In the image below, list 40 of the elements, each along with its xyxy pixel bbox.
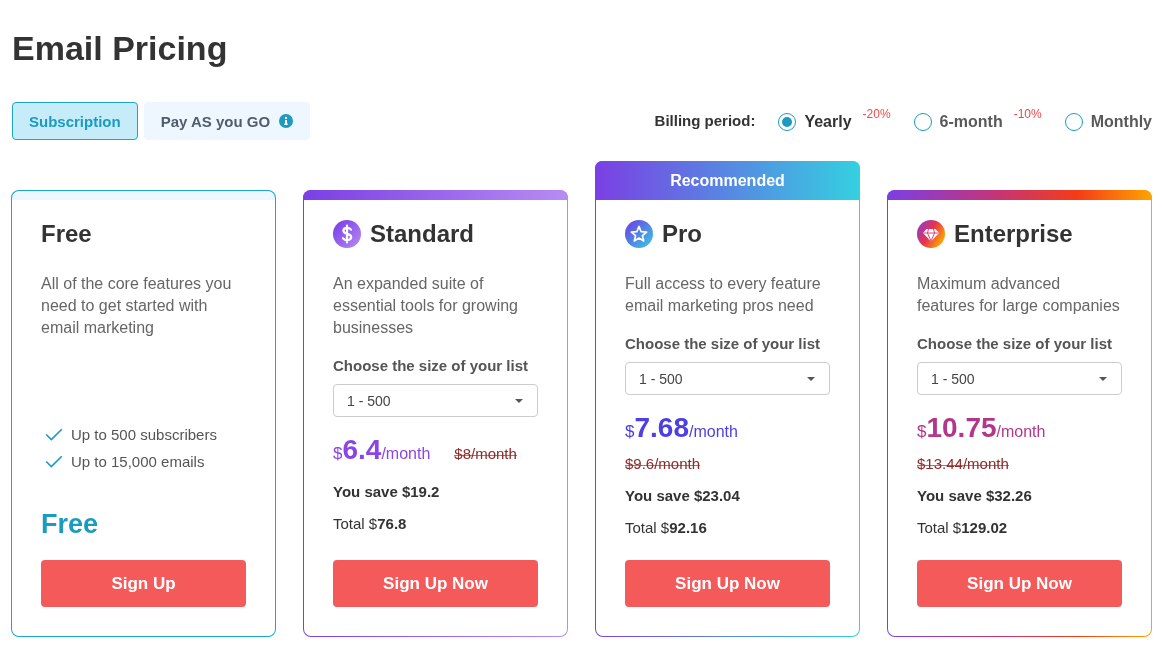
feature-text: Up to 15,000 emails bbox=[71, 453, 205, 470]
billing-label: Billing period: bbox=[654, 111, 756, 129]
total-text: Total $129.02 bbox=[917, 518, 1009, 538]
price: Free bbox=[41, 508, 99, 541]
discount-label: -10% bbox=[1013, 107, 1042, 121]
dollar-icon bbox=[333, 220, 361, 248]
total-text: Total $76.8 bbox=[333, 514, 408, 534]
price: $6.4/month bbox=[333, 433, 431, 467]
list-size-select[interactable]: 1 - 500 bbox=[625, 362, 830, 395]
savings-text: You save $23.04 bbox=[625, 486, 741, 506]
info-icon bbox=[279, 114, 294, 128]
check-icon bbox=[45, 455, 63, 468]
list-size-label: Choose the size of your list bbox=[625, 334, 822, 354]
feature-text: Up to 500 subscribers bbox=[71, 426, 217, 443]
plan-description: Maximum advanced features for large companies bbox=[917, 274, 1121, 316]
plan-description: An expanded suite of essential tools for growing businesses bbox=[333, 274, 519, 338]
plan-name: Pro bbox=[662, 219, 702, 249]
savings-text: You save $19.2 bbox=[333, 482, 441, 502]
list-size-select[interactable]: 1 - 500 bbox=[333, 384, 538, 417]
caret-icon bbox=[1099, 376, 1107, 381]
check-icon bbox=[45, 428, 63, 441]
discount-label: -20% bbox=[862, 107, 891, 121]
list-size-label: Choose the size of your list bbox=[333, 356, 530, 376]
plan-description: All of the core features you need to get started with email marketing bbox=[41, 274, 233, 338]
plan-description: Full access to every feature email marketing pros need bbox=[625, 274, 822, 316]
caret-icon bbox=[515, 398, 523, 403]
total-text: Total $92.16 bbox=[625, 518, 708, 538]
savings-text: You save $32.26 bbox=[917, 486, 1033, 506]
tab[interactable]: Pay AS you GO bbox=[143, 102, 311, 140]
plan-name: Standard bbox=[370, 219, 474, 249]
gem-icon bbox=[917, 220, 945, 248]
caret-icon bbox=[807, 376, 815, 381]
plan-name: Free bbox=[41, 219, 92, 249]
price: $10.75/month bbox=[917, 411, 1046, 445]
plan-name: Enterprise bbox=[954, 219, 1073, 249]
billing-option[interactable]: Monthly bbox=[1064, 113, 1152, 131]
page-title: Email Pricing bbox=[12, 28, 228, 68]
list-size-select[interactable]: 1 - 500 bbox=[917, 362, 1122, 395]
price: $7.68/month bbox=[625, 411, 738, 445]
list-size-label: Choose the size of your list bbox=[917, 334, 1114, 354]
